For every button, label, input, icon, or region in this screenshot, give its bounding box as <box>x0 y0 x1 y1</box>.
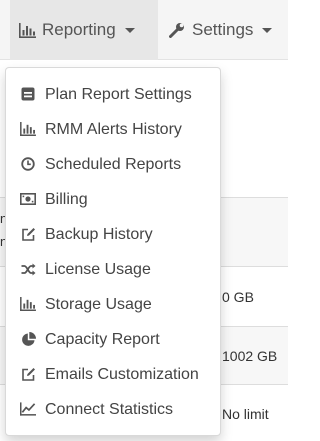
menu-item-capacity-report[interactable]: Capacity Report <box>6 322 220 357</box>
table-cell: 0 GB <box>222 289 254 305</box>
menu-item-billing[interactable]: Billing <box>6 182 220 217</box>
caret-down-icon <box>124 27 135 33</box>
line-chart-icon <box>20 401 36 417</box>
menu-item-rmm-alerts-history[interactable]: RMM Alerts History <box>6 112 220 147</box>
menu-item-label: Connect Statistics <box>45 400 174 418</box>
menu-item-connect-statistics[interactable]: Connect Statistics <box>6 392 220 427</box>
table-cell: 1002 GB <box>222 348 278 364</box>
menu-item-backup-history[interactable]: Backup History <box>6 217 220 252</box>
menu-item-label: Plan Report Settings <box>45 85 192 103</box>
menu-item-emails-customization[interactable]: Emails Customization <box>6 357 220 392</box>
bar-chart-icon <box>20 121 36 137</box>
menu-item-label: Capacity Report <box>45 330 160 348</box>
menu-item-label: Storage Usage <box>45 295 152 313</box>
settings-label: Settings <box>192 20 254 39</box>
menu-item-storage-usage[interactable]: Storage Usage <box>6 287 220 322</box>
menu-item-scheduled-reports[interactable]: Scheduled Reports <box>6 147 220 182</box>
edit-icon <box>20 226 36 242</box>
wrench-icon <box>168 21 186 39</box>
menu-item-label: RMM Alerts History <box>45 120 182 138</box>
bar-chart-icon <box>20 296 36 312</box>
reporting-dropdown-menu: Plan Report Settings RMM Alerts History … <box>5 67 221 436</box>
top-navbar: Reporting Settings <box>0 0 288 60</box>
menu-item-label: License Usage <box>45 260 151 278</box>
table-cell: No limit <box>222 406 269 422</box>
pie-chart-icon <box>20 331 36 347</box>
clock-icon <box>20 156 36 172</box>
menu-item-label: Billing <box>45 190 88 208</box>
menu-item-license-usage[interactable]: License Usage <box>6 252 220 287</box>
reporting-menu-toggle[interactable]: Reporting <box>10 0 158 60</box>
menu-item-label: Scheduled Reports <box>45 155 182 173</box>
random-icon <box>20 261 36 277</box>
bar-chart-icon <box>18 21 36 39</box>
caret-down-icon <box>262 27 273 33</box>
menu-item-label: Emails Customization <box>45 365 199 383</box>
menu-item-label: Backup History <box>45 225 153 243</box>
edit-icon <box>20 366 36 382</box>
reporting-label: Reporting <box>42 20 116 39</box>
list-alt-icon <box>20 86 36 102</box>
settings-menu-toggle[interactable]: Settings <box>168 0 273 60</box>
money-icon <box>20 191 36 207</box>
menu-item-plan-report-settings[interactable]: Plan Report Settings <box>6 77 220 112</box>
